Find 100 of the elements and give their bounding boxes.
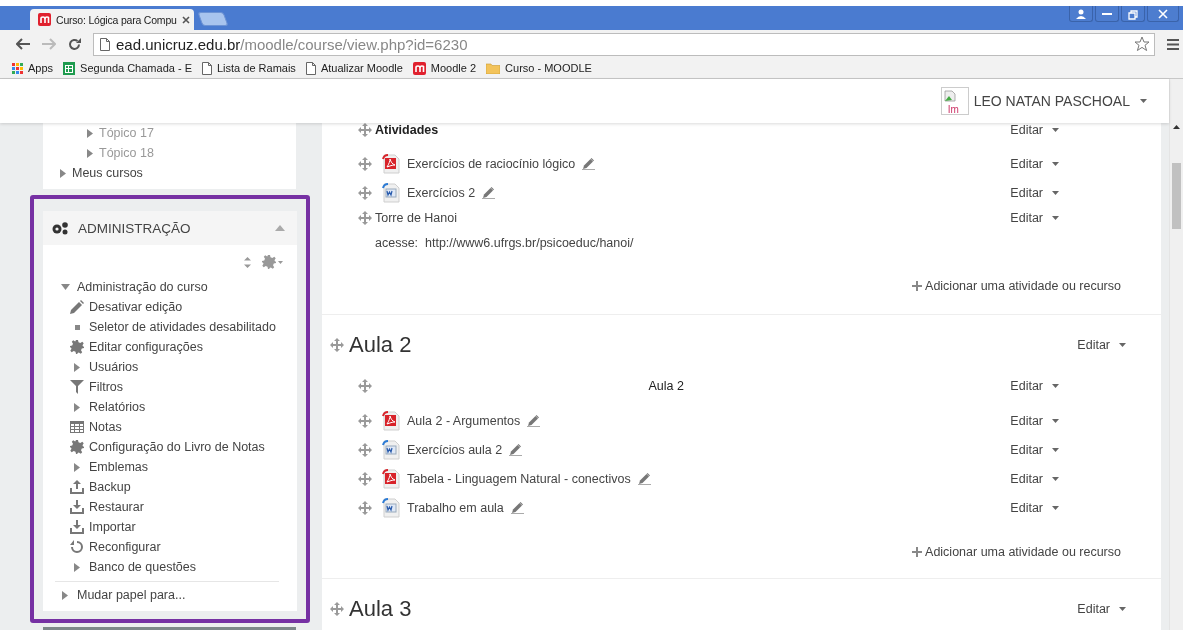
add-activity-link[interactable]: Adicionar uma atividade ou recurso	[912, 540, 1121, 564]
reload-icon[interactable]	[68, 37, 81, 51]
collapsed-triangle-icon[interactable]	[74, 402, 80, 412]
bookmark-link[interactable]: Curso - MOODLE	[486, 62, 592, 74]
admin-menu-link[interactable]: Editar configurações	[89, 340, 203, 354]
label-text: Aula 2	[648, 379, 684, 393]
move-icon[interactable]	[358, 156, 372, 171]
activity-link[interactable]: Tabela - Linguagem Natural - conectivos	[407, 471, 631, 486]
scrollbar-thumb[interactable]	[1172, 163, 1181, 229]
browser-tab[interactable]: Curso: Lógica para Compu	[30, 9, 194, 30]
move-icon[interactable]	[330, 338, 344, 352]
refresh-icon	[70, 540, 84, 554]
admin-menu-link[interactable]: Emblemas	[89, 460, 149, 474]
gears-icon	[51, 221, 69, 235]
admin-menu-link[interactable]: Filtros	[89, 380, 124, 394]
admin-menu-link[interactable]: Relatórios	[89, 400, 146, 414]
new-tab-button[interactable]	[197, 12, 229, 26]
collapsed-triangle-icon[interactable]	[74, 462, 80, 472]
collapsed-triangle-icon[interactable]	[60, 168, 66, 178]
admin-menu-link[interactable]: Mudar papel para...	[77, 588, 186, 602]
activity-link[interactable]: Aula 2 - Argumentos	[407, 413, 521, 428]
pencil-icon[interactable]	[582, 157, 596, 170]
minimize-button[interactable]	[1095, 6, 1119, 22]
move-icon[interactable]	[358, 500, 372, 515]
move-icon[interactable]	[358, 123, 372, 137]
move-icon[interactable]	[358, 442, 372, 457]
address-bar[interactable]: ead.unicruz.edu.br/moodle/course/view.php?id=6230	[93, 32, 1155, 56]
scrollbar[interactable]	[1169, 79, 1183, 630]
edit-menu-button[interactable]: Editar	[1010, 471, 1059, 486]
pencil-icon[interactable]	[527, 414, 541, 427]
edit-menu-button[interactable]: Editar	[1010, 442, 1059, 457]
bookmark-link[interactable]: Moodle 2	[412, 61, 477, 75]
dock-icon[interactable]	[242, 256, 253, 268]
profile-button[interactable]	[1069, 6, 1093, 22]
nav-link[interactable]: Meus cursos	[72, 166, 143, 180]
edit-menu-button[interactable]: Editar	[1010, 413, 1059, 428]
edit-menu-button[interactable]: Editar	[1010, 379, 1059, 393]
pencil-icon[interactable]	[482, 186, 496, 199]
caret-icon	[1052, 384, 1059, 388]
pencil-icon[interactable]	[510, 501, 524, 514]
back-icon[interactable]	[16, 38, 30, 50]
move-icon[interactable]	[358, 379, 372, 393]
edit-menu-button[interactable]: Editar	[1010, 123, 1059, 137]
edit-menu-button[interactable]: Editar	[1077, 602, 1131, 616]
bookmark-link[interactable]: Atualizar Moodle	[305, 61, 403, 75]
label-description: acesse: http://www6.ufrgs.br/psicoeduc/hanoi/	[374, 235, 635, 252]
bookmark-link[interactable]: Lista de Ramais	[202, 61, 296, 75]
activity-link[interactable]: Trabalho em aula	[407, 500, 504, 515]
edit-menu-button[interactable]: Editar	[1010, 210, 1059, 225]
close-button[interactable]	[1147, 6, 1179, 22]
admin-menu-link[interactable]: Notas	[89, 420, 122, 434]
collapsed-triangle-icon[interactable]	[74, 562, 80, 572]
collapsed-triangle-icon[interactable]	[62, 590, 68, 600]
plus-icon	[912, 281, 923, 291]
collapsed-triangle-icon[interactable]	[87, 148, 93, 158]
admin-menu-link[interactable]: Configuração do Livro de Notas	[89, 440, 265, 454]
move-icon[interactable]	[358, 210, 372, 225]
edit-menu-button[interactable]: Editar	[1010, 156, 1059, 171]
restore-button[interactable]	[1121, 6, 1145, 22]
move-icon[interactable]	[330, 602, 344, 616]
admin-menu-link[interactable]: Usuários	[89, 360, 139, 374]
edit-menu-button[interactable]: Editar	[1077, 338, 1131, 352]
caret-icon	[1052, 215, 1059, 220]
plus-icon	[912, 547, 923, 557]
scroll-up-icon[interactable]	[1173, 125, 1180, 129]
person-icon	[1074, 7, 1088, 20]
menu-icon[interactable]	[1167, 38, 1179, 50]
close-icon[interactable]	[181, 15, 190, 24]
pencil-icon[interactable]	[509, 443, 523, 456]
collapse-icon[interactable]	[275, 225, 285, 231]
admin-menu-link[interactable]: Reconfigurar	[89, 540, 161, 554]
pdf-file-icon	[382, 468, 400, 489]
restore-icon	[1126, 7, 1140, 20]
word-file-icon	[382, 182, 400, 203]
activity-link[interactable]: Exercícios de raciocínio lógico	[407, 156, 576, 171]
activity-link[interactable]: Exercícios aula 2	[407, 442, 503, 457]
pencil-icon[interactable]	[637, 472, 651, 485]
edit-menu-button[interactable]: Editar	[1010, 185, 1059, 200]
move-icon[interactable]	[358, 413, 372, 428]
activity-link[interactable]: Exercícios 2	[407, 185, 476, 200]
admin-menu-link[interactable]: Banco de questões	[89, 560, 197, 574]
add-activity-link[interactable]: Adicionar uma atividade ou recurso	[912, 274, 1121, 298]
bookmark-star-icon[interactable]	[1134, 36, 1150, 52]
move-icon[interactable]	[358, 185, 372, 200]
bookmark-link[interactable]: Segunda Chamada - E	[63, 61, 192, 75]
bookmark-link[interactable]: Apps	[12, 62, 54, 74]
settings-menu-button[interactable]	[262, 255, 283, 269]
admin-menu-link[interactable]: Restaurar	[89, 500, 144, 514]
collapsed-triangle-icon[interactable]	[87, 128, 93, 138]
expanded-triangle-icon[interactable]	[60, 284, 70, 290]
admin-menu-link[interactable]: Seletor de atividades desabilitado	[89, 320, 276, 334]
admin-menu-link[interactable]: Administração do curso	[77, 280, 208, 294]
collapsed-triangle-icon[interactable]	[74, 362, 80, 372]
caret-icon	[1052, 161, 1059, 166]
admin-menu-link[interactable]: Backup	[89, 480, 131, 494]
admin-menu-link[interactable]: Desativar edição	[89, 300, 183, 314]
move-icon[interactable]	[358, 471, 372, 486]
user-menu[interactable]: LEO NATAN PASCHOAL	[973, 93, 1147, 109]
edit-menu-button[interactable]: Editar	[1010, 500, 1059, 515]
admin-menu-link[interactable]: Importar	[89, 520, 136, 534]
